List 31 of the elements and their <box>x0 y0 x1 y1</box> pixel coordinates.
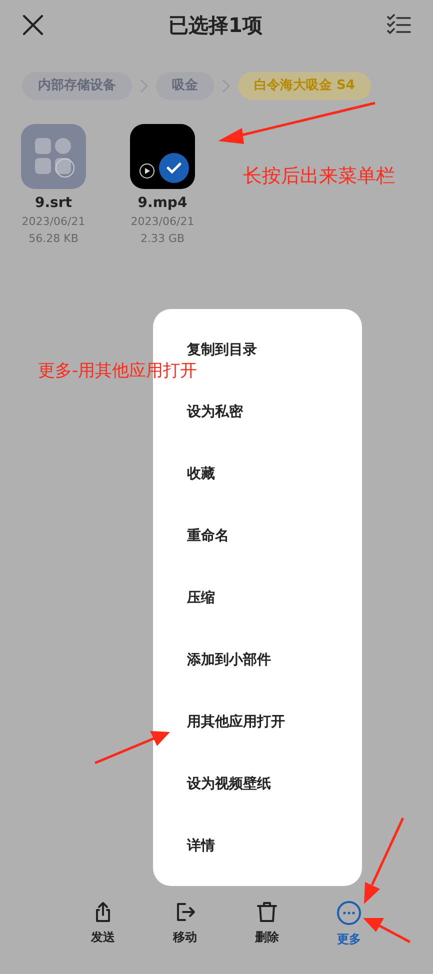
header-title: 已选择1项 <box>168 12 262 39</box>
file-size: 56.28 KB <box>28 230 78 246</box>
close-icon[interactable] <box>22 14 44 36</box>
more-icon <box>336 900 362 926</box>
file-name: 9.mp4 <box>138 194 188 213</box>
menu-item[interactable]: 压缩 <box>187 589 215 607</box>
menu-item[interactable]: 设为视频壁纸 <box>187 775 271 793</box>
menu-item[interactable]: 收藏 <box>187 465 215 483</box>
trash-icon <box>255 900 279 924</box>
annotation-text: 更多-用其他应用打开 <box>38 361 198 381</box>
annotation-text: 长按后出来菜单栏 <box>243 164 395 189</box>
file-thumbnail[interactable] <box>130 124 195 189</box>
file-thumbnail[interactable] <box>21 124 86 189</box>
annotation-arrow <box>363 918 411 944</box>
checklist-icon[interactable] <box>386 14 411 36</box>
menu-item[interactable]: 添加到小部件 <box>187 651 271 669</box>
menu-item[interactable]: 用其他应用打开 <box>187 713 285 731</box>
toolbar-button[interactable]: 删除 <box>226 900 308 948</box>
file-date: 2023/06/21 <box>130 214 194 230</box>
check-icon <box>159 153 189 183</box>
menu-item[interactable]: 重命名 <box>187 527 229 545</box>
play-icon <box>139 163 155 179</box>
grid-icon <box>32 136 74 178</box>
menu-item[interactable]: 复制到目录 <box>187 341 257 359</box>
file-size: 2.33 GB <box>140 230 185 246</box>
menu-item[interactable]: 设为私密 <box>187 403 243 421</box>
file-date: 2023/06/21 <box>22 214 86 230</box>
toolbar-button[interactable]: 发送 <box>62 900 144 948</box>
menu-item[interactable]: 详情 <box>187 837 215 855</box>
toolbar-button[interactable]: 移动 <box>144 900 226 948</box>
file-name: 9.srt <box>35 194 72 213</box>
